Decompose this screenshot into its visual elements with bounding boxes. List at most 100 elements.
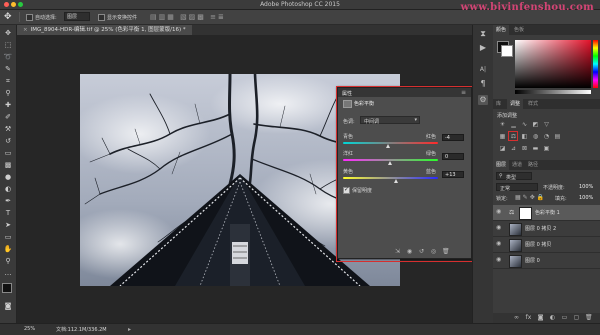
vibrance-icon[interactable]: ▽	[543, 121, 550, 128]
new-group-icon[interactable]: ▭	[561, 314, 568, 321]
quick-select-tool-icon[interactable]: ✎	[3, 64, 13, 74]
hue-slider[interactable]	[593, 40, 598, 88]
yellow-blue-slider-track[interactable]	[343, 177, 438, 179]
selective-color-icon[interactable]: ▣	[543, 145, 550, 152]
view-previous-icon[interactable]: ◉	[406, 248, 413, 255]
layer-mask-thumbnail[interactable]	[519, 207, 532, 220]
tab-swatches[interactable]: 色板	[511, 25, 527, 35]
fill-value[interactable]: 100%	[579, 195, 593, 201]
delete-icon[interactable]: 🗑	[442, 248, 450, 255]
auto-select-target-select[interactable]: 图层	[64, 12, 90, 21]
slider-2-value[interactable]: 0	[442, 153, 464, 160]
zoom-level[interactable]: 25%	[24, 326, 35, 332]
history-panel-icon[interactable]: ⧗	[478, 29, 488, 39]
eraser-tool-icon[interactable]: ▭	[3, 148, 13, 158]
channel-mixer-icon[interactable]: ◔	[543, 133, 550, 140]
path-select-tool-icon[interactable]: ➤	[3, 220, 13, 230]
clone-stamp-tool-icon[interactable]: ⚒	[3, 124, 13, 134]
curves-icon[interactable]: ∿	[521, 121, 528, 128]
photo-filter-icon[interactable]: ◍	[532, 133, 539, 140]
magenta-green-slider-knob[interactable]	[388, 161, 392, 165]
layer-row-color-balance[interactable]: ◉ ⚖ 色彩平衡 1	[493, 205, 600, 221]
new-adjustment-icon[interactable]: ◐	[549, 314, 556, 321]
lock-icons[interactable]: ▦✎✥🔒	[515, 194, 546, 201]
eye-icon[interactable]: ◉	[496, 241, 502, 247]
clip-to-layer-icon[interactable]: ⇲	[394, 248, 401, 255]
tab-color[interactable]: 颜色	[493, 25, 510, 35]
eye-icon[interactable]: ◉	[496, 225, 502, 231]
grayscale-ramp[interactable]	[515, 90, 591, 94]
color-field[interactable]	[515, 40, 591, 88]
move-tool-icon[interactable]: ✥	[3, 28, 13, 38]
slider-1-value[interactable]: -4	[442, 134, 464, 141]
threshold-icon[interactable]: ⊠	[521, 145, 528, 152]
exposure-icon[interactable]: ◩	[532, 121, 539, 128]
eyedropper-tool-icon[interactable]: ⚲	[3, 88, 13, 98]
properties-tab[interactable]: 属性	[342, 90, 352, 97]
link-layers-icon[interactable]: ∞	[513, 314, 520, 321]
posterize-icon[interactable]: ⊿	[510, 145, 517, 152]
yellow-blue-slider-knob[interactable]	[393, 179, 398, 183]
history-brush-tool-icon[interactable]: ↺	[3, 136, 13, 146]
add-mask-icon[interactable]: ◙	[537, 314, 544, 321]
brush-tool-icon[interactable]: ✐	[3, 112, 13, 122]
panel-menu-icon[interactable]: ≡	[461, 89, 466, 96]
transform-controls-checkbox[interactable]	[98, 14, 105, 23]
pen-tool-icon[interactable]: ✒	[3, 196, 13, 206]
eye-icon[interactable]: ◉	[496, 209, 502, 215]
tab-channels[interactable]: 通道	[509, 160, 525, 170]
move-tool-icon[interactable]: ✥	[4, 12, 12, 22]
document-tab[interactable]: × IMG_8904-HDR-编辑.tif @ 25% (色彩平衡 1, 图层蒙版…	[17, 25, 192, 35]
type-tool-icon[interactable]: T	[3, 208, 13, 218]
invert-icon[interactable]: ◪	[499, 145, 506, 152]
new-layer-icon[interactable]: ▢	[573, 314, 580, 321]
lasso-tool-icon[interactable]: ➰	[3, 52, 13, 62]
more-tools-icon[interactable]: …	[3, 268, 13, 278]
blend-mode-select[interactable]: 正常	[496, 183, 538, 192]
blur-tool-icon[interactable]: ●	[3, 172, 13, 182]
hue-saturation-icon[interactable]: ▦	[499, 133, 506, 140]
brightness-icon[interactable]: ☀	[499, 121, 506, 128]
reset-icon[interactable]: ↺	[418, 248, 425, 255]
tab-libraries[interactable]: 库	[493, 99, 504, 109]
layer-row-copy[interactable]: ◉ 图层 0 拷贝	[493, 237, 600, 253]
black-white-icon[interactable]: ◧	[521, 133, 528, 140]
auto-select-checkbox[interactable]	[26, 14, 33, 23]
shape-tool-icon[interactable]: ▭	[3, 232, 13, 242]
layer-filter-select[interactable]: ⚲ 类型	[496, 172, 532, 181]
document-tab-close-icon[interactable]: ×	[23, 27, 28, 33]
actions-panel-icon[interactable]: ▶	[478, 43, 488, 53]
gradient-map-icon[interactable]: ▬	[532, 145, 539, 152]
dodge-tool-icon[interactable]: ◐	[3, 184, 13, 194]
gradient-tool-icon[interactable]: ▩	[3, 160, 13, 170]
tab-adjustments[interactable]: 调整	[507, 99, 524, 109]
layer-style-icon[interactable]: fx	[525, 314, 532, 321]
properties-panel-icon[interactable]: ⚙	[478, 95, 488, 105]
crop-tool-icon[interactable]: ⌗	[3, 76, 13, 86]
status-menu-arrow-icon[interactable]: ▸	[128, 326, 131, 333]
color-bg-swatch[interactable]	[501, 45, 513, 57]
visibility-icon[interactable]: ◎	[430, 248, 437, 255]
eye-icon[interactable]: ◉	[496, 257, 502, 263]
delete-layer-icon[interactable]: 🗑	[585, 314, 593, 321]
tab-paths[interactable]: 路径	[525, 160, 541, 170]
foreground-color-swatch[interactable]	[2, 283, 12, 293]
preserve-luminosity-checkbox[interactable]: ✓	[343, 186, 350, 196]
hand-tool-icon[interactable]: ✋	[3, 244, 13, 254]
slider-3-value[interactable]: +13	[442, 171, 464, 178]
layer-row-copy-2[interactable]: ◉ 图层 0 拷贝 2	[493, 221, 600, 237]
quick-mask-icon[interactable]: ◙	[3, 301, 13, 311]
zoom-tool-icon[interactable]: ⚲	[3, 256, 13, 266]
levels-icon[interactable]: ▁	[510, 121, 517, 128]
layer-row-base[interactable]: ◉ 图层 0	[493, 253, 600, 269]
cyan-red-slider-track[interactable]	[343, 142, 438, 144]
tab-styles[interactable]: 样式	[525, 99, 541, 109]
character-panel-icon[interactable]: A|	[478, 65, 488, 75]
align-icons[interactable]: ▤▥▦ ▧▨▩ ≡≣	[150, 13, 226, 21]
paragraph-panel-icon[interactable]: ¶	[478, 79, 488, 89]
color-lookup-icon[interactable]: ▤	[554, 133, 561, 140]
tab-layers[interactable]: 图层	[493, 160, 510, 170]
cyan-red-slider-knob[interactable]	[386, 144, 391, 148]
tone-select[interactable]: 中间调 ▾	[360, 116, 420, 125]
marquee-tool-icon[interactable]: ⬚	[3, 40, 13, 50]
